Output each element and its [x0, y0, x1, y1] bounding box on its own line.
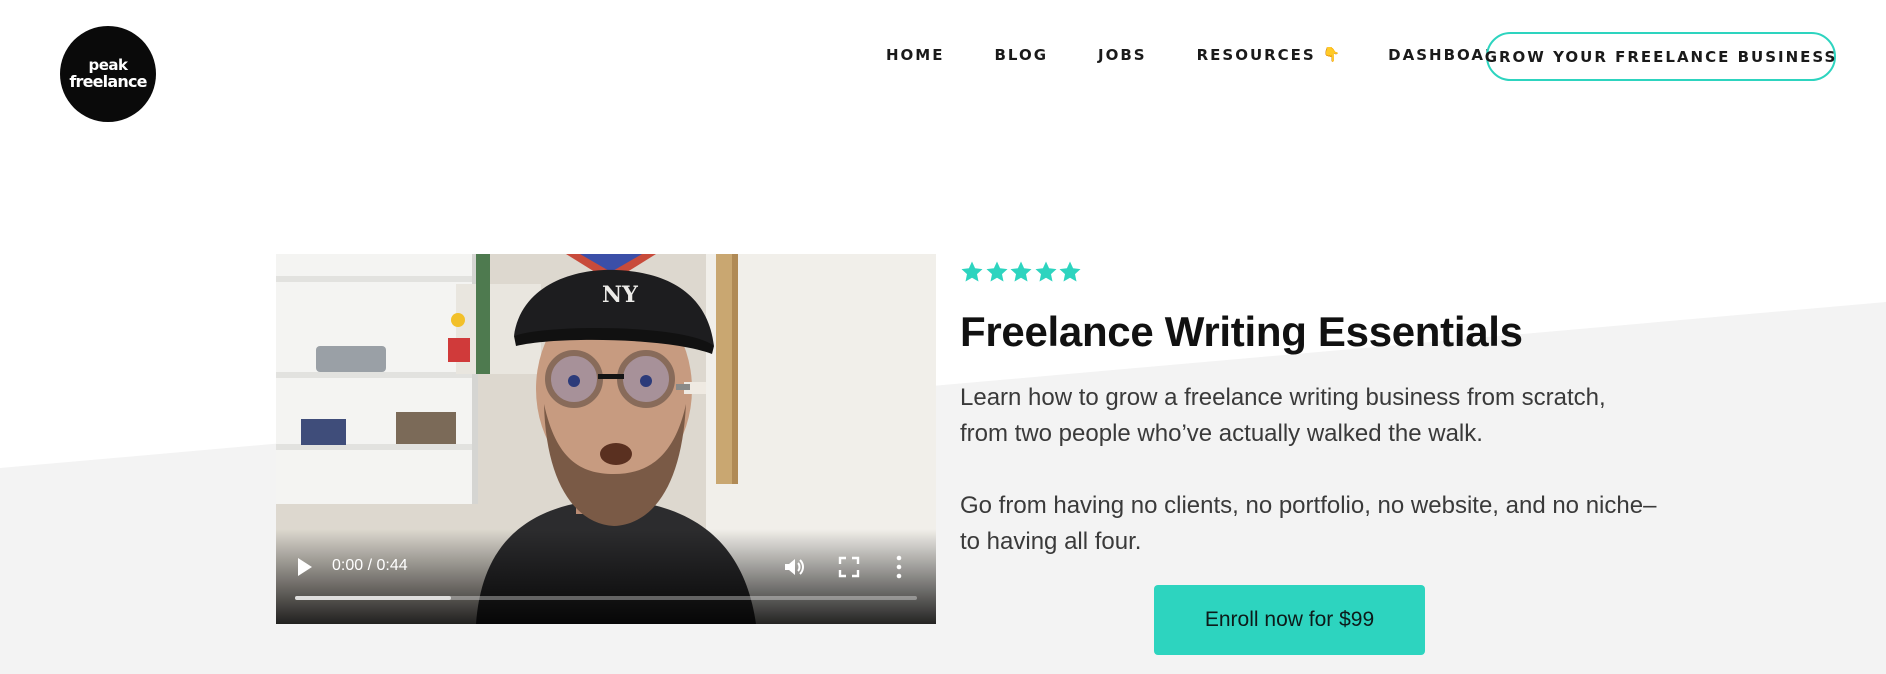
- star-icon: [986, 261, 1007, 282]
- nav-jobs[interactable]: JOBS: [1098, 46, 1147, 64]
- course-video-player[interactable]: NY 0:00 / 0:44: [276, 254, 936, 624]
- more-options-icon[interactable]: [892, 554, 906, 580]
- video-controls-overlay: [276, 529, 936, 624]
- video-buffered-fill: [295, 596, 451, 600]
- svg-text:NY: NY: [602, 282, 638, 308]
- logo-text-line1: peak: [88, 56, 128, 74]
- star-icon: [1059, 261, 1081, 282]
- play-icon[interactable]: [296, 556, 314, 578]
- star-icon: [961, 261, 983, 282]
- star-icon: [1035, 261, 1056, 282]
- course-description-1: Learn how to grow a freelance writing bu…: [960, 384, 1606, 447]
- fullscreen-icon[interactable]: [838, 556, 860, 578]
- nav-home[interactable]: HOME: [886, 46, 944, 64]
- rating-stars: [960, 260, 1083, 284]
- video-progress-bar[interactable]: [295, 596, 917, 600]
- video-time-display: 0:00 / 0:44: [332, 557, 408, 574]
- course-description-2: Go from having no clients, no portfolio,…: [960, 492, 1657, 555]
- nav-blog[interactable]: BLOG: [994, 46, 1048, 64]
- grow-freelance-business-button[interactable]: GROW YOUR FREELANCE BUSINESS: [1485, 32, 1836, 81]
- nav-resources-label: RESOURCES: [1196, 46, 1316, 64]
- logo-text-line2: freelance: [69, 72, 147, 91]
- nav-resources[interactable]: RESOURCES 👇: [1197, 46, 1341, 64]
- peak-freelance-logo[interactable]: peak freelance: [60, 26, 156, 122]
- course-title: Freelance Writing Essentials: [960, 308, 1523, 355]
- main-nav: HOME BLOG JOBS RESOURCES 👇 DASHBOARD: [886, 46, 1513, 64]
- volume-icon[interactable]: [782, 555, 806, 579]
- enroll-button[interactable]: Enroll now for $99: [1154, 585, 1425, 655]
- star-icon: [1010, 261, 1032, 282]
- pointing-down-hand-icon: 👇: [1322, 47, 1341, 63]
